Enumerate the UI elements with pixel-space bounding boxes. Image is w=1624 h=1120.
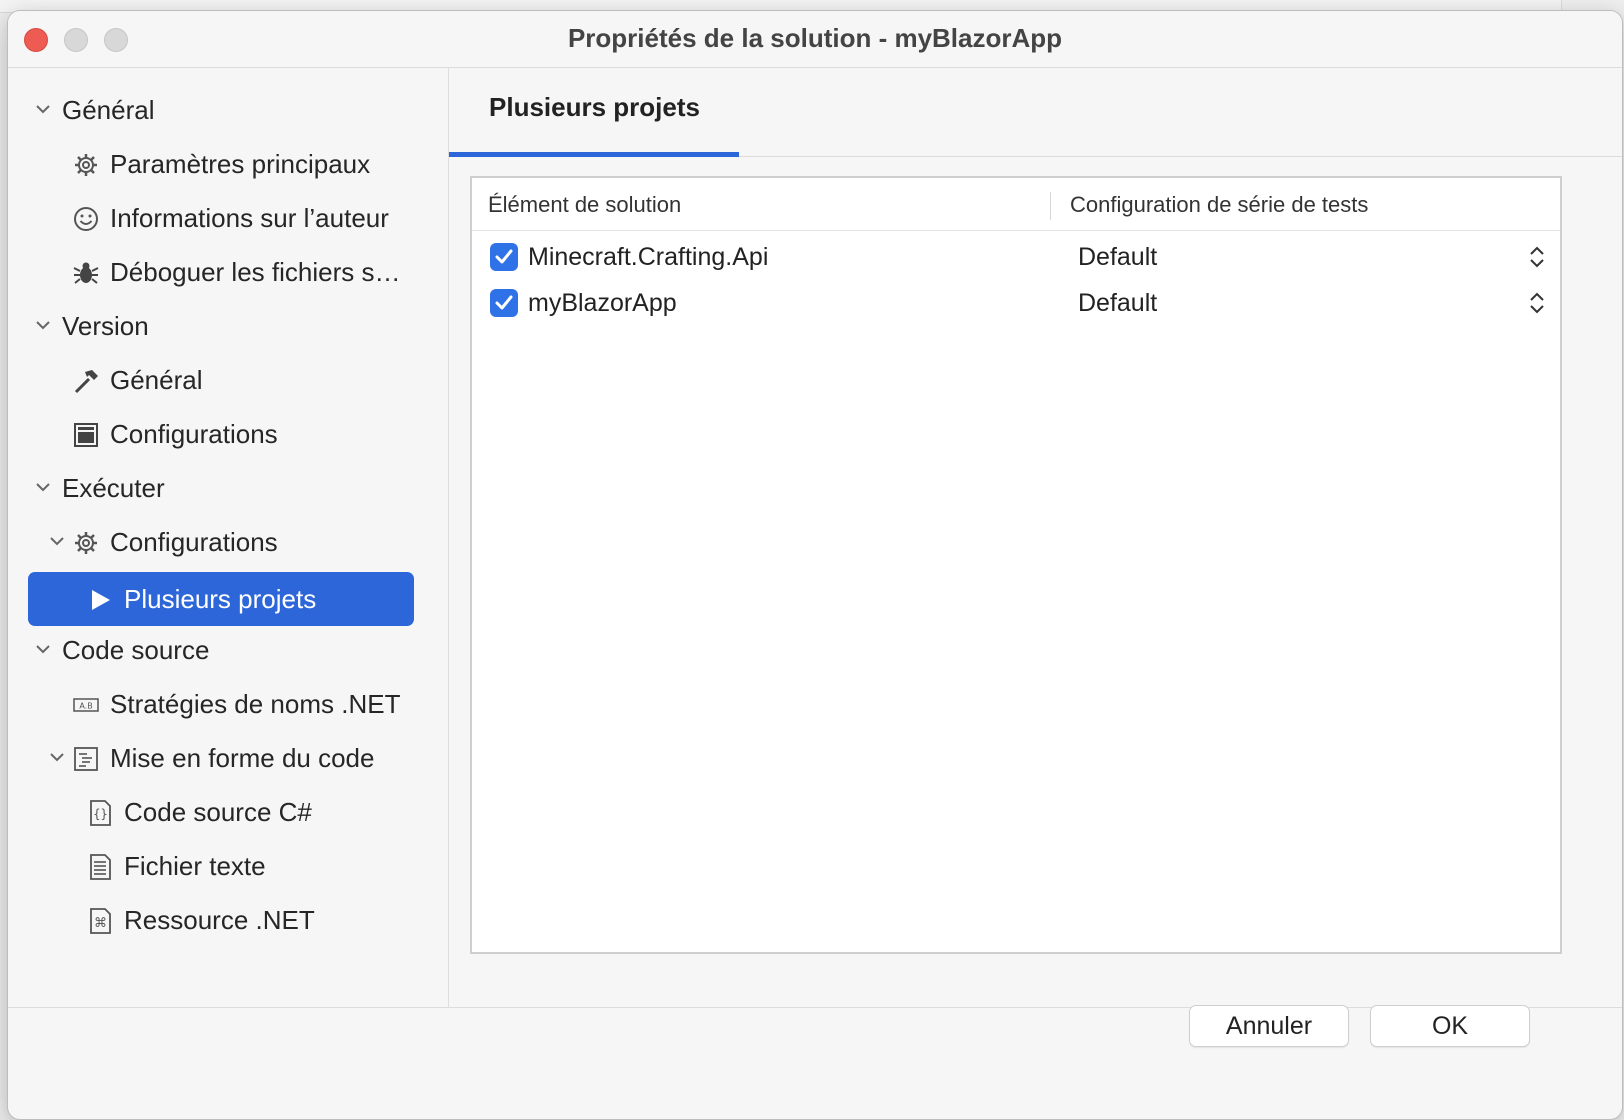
window-icon <box>74 423 98 447</box>
sidebar-group-version[interactable]: Version <box>8 300 448 354</box>
up-down-chevron-icon[interactable] <box>1528 243 1546 271</box>
sidebar-group-general[interactable]: Général <box>8 84 448 138</box>
command-file-icon: ⌘ <box>90 908 111 934</box>
gear-icon <box>75 532 97 554</box>
sidebar-item-label: Stratégies de noms .NET <box>110 689 401 719</box>
sidebar-item-label: Ressource .NET <box>124 905 315 935</box>
table-row[interactable]: myBlazorApp Default <box>472 280 1560 326</box>
project-checkbox[interactable] <box>490 289 518 317</box>
sidebar-item-label: Code source <box>62 635 210 665</box>
sidebar-item-label: Général <box>110 365 203 395</box>
sidebar-item-label: Code source C# <box>124 797 312 827</box>
hammer-icon <box>74 370 98 394</box>
tab-multiple-projects[interactable]: Plusieurs projets <box>449 68 739 157</box>
braces-file-icon: {} <box>90 800 111 826</box>
sidebar-item-naming-strategies[interactable]: A.B Stratégies de noms .NET <box>8 678 448 732</box>
sidebar-item-label: Paramètres principaux <box>110 149 371 179</box>
title-bar: Propriétés de la solution - myBlazorApp <box>8 11 1622 68</box>
sidebar-item-version-configurations[interactable]: Configurations <box>8 408 448 462</box>
text-file-icon <box>90 854 111 880</box>
tab-label: Plusieurs projets <box>489 92 700 122</box>
cancel-button[interactable]: Annuler <box>1189 1005 1349 1047</box>
sidebar-item-label: Configurations <box>110 527 278 557</box>
sidebar-item-code-formatting[interactable]: Mise en forme du code <box>8 732 448 786</box>
chevron-down-icon[interactable] <box>46 530 68 552</box>
chevron-down-icon[interactable] <box>46 746 68 768</box>
sidebar-item-label: Général <box>62 95 155 125</box>
sidebar-item-debug-files[interactable]: Déboguer les fichiers s… <box>8 246 448 300</box>
sidebar-item-version-general[interactable]: Général <box>8 354 448 408</box>
sidebar-item-label: Exécuter <box>62 473 165 503</box>
smiley-icon <box>74 207 98 231</box>
play-icon <box>92 590 110 610</box>
svg-text:⌘: ⌘ <box>94 916 107 931</box>
tab-active-indicator <box>449 152 739 157</box>
config-select-value[interactable]: Default <box>1078 243 1157 272</box>
projects-table: Élément de solution Configuration de sér… <box>470 176 1562 954</box>
naming-icon: A.B <box>73 698 99 712</box>
ok-button[interactable]: OK <box>1370 1005 1530 1047</box>
sidebar-item-label: Mise en forme du code <box>110 743 375 773</box>
code-format-icon <box>74 747 98 771</box>
sidebar-item-label: Plusieurs projets <box>124 584 317 614</box>
sidebar-item-label: Fichier texte <box>124 851 266 881</box>
settings-sidebar: Général Paramètres principaux Informatio… <box>8 68 449 1007</box>
svg-text:{}: {} <box>93 807 107 821</box>
sidebar-group-run[interactable]: Exécuter <box>8 462 448 516</box>
sidebar-item-main-settings[interactable]: Paramètres principaux <box>8 138 448 192</box>
chevron-down-icon[interactable] <box>32 98 54 120</box>
tab-bar: Plusieurs projets <box>449 68 1622 157</box>
gear-icon <box>75 154 97 176</box>
sidebar-item-csharp-source[interactable]: {} Code source C# <box>8 786 448 840</box>
bug-icon <box>73 262 99 284</box>
window-title: Propriétés de la solution - myBlazorApp <box>567 23 1063 53</box>
project-checkbox[interactable] <box>490 243 518 271</box>
project-name: myBlazorApp <box>528 289 677 317</box>
config-select-value[interactable]: Default <box>1078 289 1157 318</box>
chevron-down-icon[interactable] <box>32 638 54 660</box>
project-name: Minecraft.Crafting.Api <box>528 243 769 271</box>
sidebar-item-label: Version <box>62 311 149 341</box>
sidebar-item-net-resource[interactable]: ⌘ Ressource .NET <box>8 894 448 948</box>
solution-properties-dialog: Propriétés de la solution - myBlazorApp … <box>8 11 1622 1119</box>
sidebar-item-multiple-projects[interactable]: Plusieurs projets <box>8 570 448 626</box>
column-header-test-config[interactable]: Configuration de série de tests <box>1070 192 1368 218</box>
sidebar-item-label: Configurations <box>110 419 278 449</box>
up-down-chevron-icon[interactable] <box>1528 289 1546 317</box>
table-row[interactable]: Minecraft.Crafting.Api Default <box>472 234 1560 280</box>
chevron-down-icon[interactable] <box>32 314 54 336</box>
sidebar-item-label: Déboguer les fichiers s… <box>110 257 401 287</box>
sidebar-item-label: Informations sur l’auteur <box>110 203 389 233</box>
sidebar-item-run-configurations[interactable]: Configurations <box>8 516 448 570</box>
checkmark-icon <box>495 295 513 310</box>
sidebar-item-text-file[interactable]: Fichier texte <box>8 840 448 894</box>
svg-text:A.B: A.B <box>79 702 92 711</box>
checkmark-icon <box>495 249 513 264</box>
sidebar-item-author-info[interactable]: Informations sur l’auteur <box>8 192 448 246</box>
chevron-down-icon[interactable] <box>32 476 54 498</box>
column-separator[interactable] <box>1050 192 1051 220</box>
header-divider <box>472 230 1560 231</box>
column-header-solution-item[interactable]: Élément de solution <box>488 192 681 218</box>
sidebar-group-source-code[interactable]: Code source <box>8 624 448 678</box>
